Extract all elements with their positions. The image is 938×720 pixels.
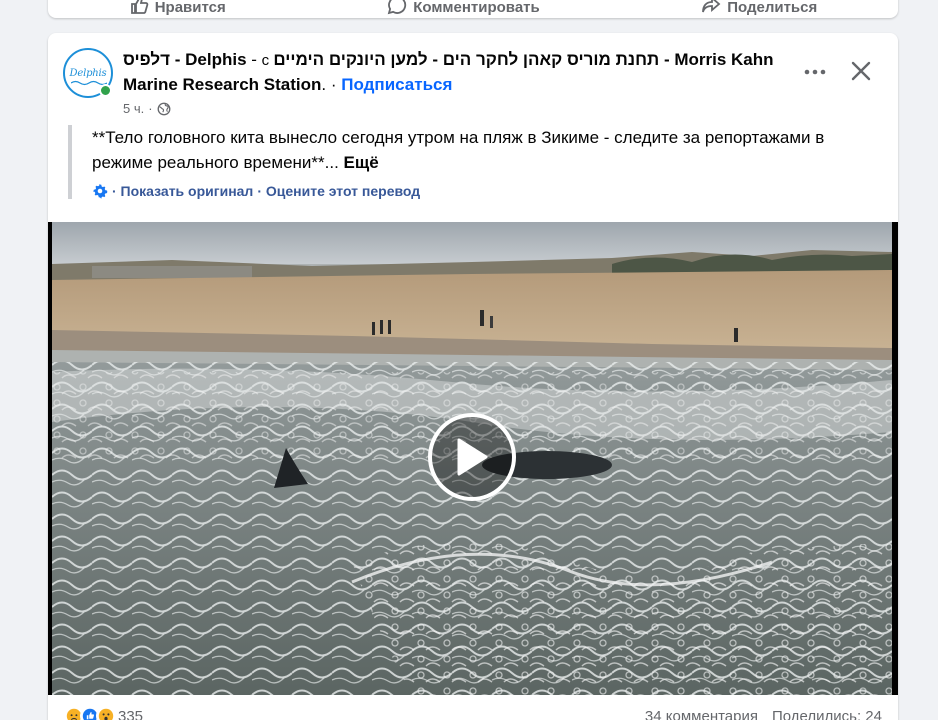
avatar-logo-text: Delphis (69, 67, 107, 79)
share-button[interactable]: Поделиться (701, 0, 817, 16)
comment-button[interactable]: Комментировать (387, 0, 540, 16)
globe-icon[interactable] (157, 102, 171, 116)
post-footer: 335 34 комментария Поделились: 24 (64, 701, 882, 720)
author-name[interactable]: דלפיס - Delphis (123, 50, 247, 69)
post-body: **Тело головного кита вынесло сегодня ут… (68, 125, 868, 199)
post-video[interactable] (48, 222, 898, 695)
post-card: Delphis דלפיס - Delphis - с תחנת מוריס ק… (48, 33, 898, 720)
post-meta: 5 ч. · (123, 101, 171, 116)
more-dots-icon (804, 69, 826, 75)
show-original-link[interactable]: · Показать оригинал (112, 183, 253, 199)
post-time[interactable]: 5 ч. (123, 101, 144, 116)
close-icon (851, 61, 871, 81)
post-text: **Тело головного кита вынесло сегодня ут… (92, 125, 868, 175)
like-label: Нравится (154, 0, 226, 16)
post-stats: 34 комментария Поделились: 24 (645, 708, 882, 720)
play-button[interactable] (428, 413, 516, 501)
play-icon (457, 438, 488, 476)
post-text-content: **Тело головного кита вынесло сегодня ут… (92, 128, 825, 172)
previous-post-actions: Нравится Комментировать Поделиться (48, 0, 898, 18)
rate-translation-link[interactable]: · Оцените этот перевод (257, 183, 420, 199)
comments-count[interactable]: 34 комментария (645, 708, 758, 720)
reaction-count[interactable]: 335 (118, 708, 143, 720)
previous-post-card: Нравится Комментировать Поделиться (48, 0, 898, 18)
more-options-button[interactable] (800, 57, 830, 87)
author-separator: - (246, 50, 262, 69)
like-button[interactable]: Нравится (129, 0, 226, 16)
with-word: с (261, 52, 274, 69)
reaction-icons (64, 706, 116, 720)
comment-icon (387, 0, 407, 15)
meta-separator: · (148, 101, 153, 116)
comment-label: Комментировать (413, 0, 540, 16)
translation-row: · Показать оригинал · Оцените этот перев… (92, 183, 868, 199)
gear-icon[interactable] (92, 183, 108, 199)
share-icon (702, 0, 721, 13)
reactions-summary[interactable]: 335 (64, 706, 143, 720)
post-header: דלפיס - Delphis - с תחנת מוריס קאהן לחקר… (123, 48, 788, 97)
share-label: Поделиться (727, 0, 818, 16)
see-more-link[interactable]: Ещё (344, 153, 379, 172)
follow-link[interactable]: Подписаться (341, 75, 452, 94)
wow-reaction-icon (96, 706, 116, 720)
like-icon (130, 0, 148, 14)
close-button[interactable] (845, 55, 877, 87)
online-status-dot (99, 84, 112, 97)
follow-separator: . · (321, 75, 342, 94)
shares-count[interactable]: Поделились: 24 (772, 708, 882, 720)
